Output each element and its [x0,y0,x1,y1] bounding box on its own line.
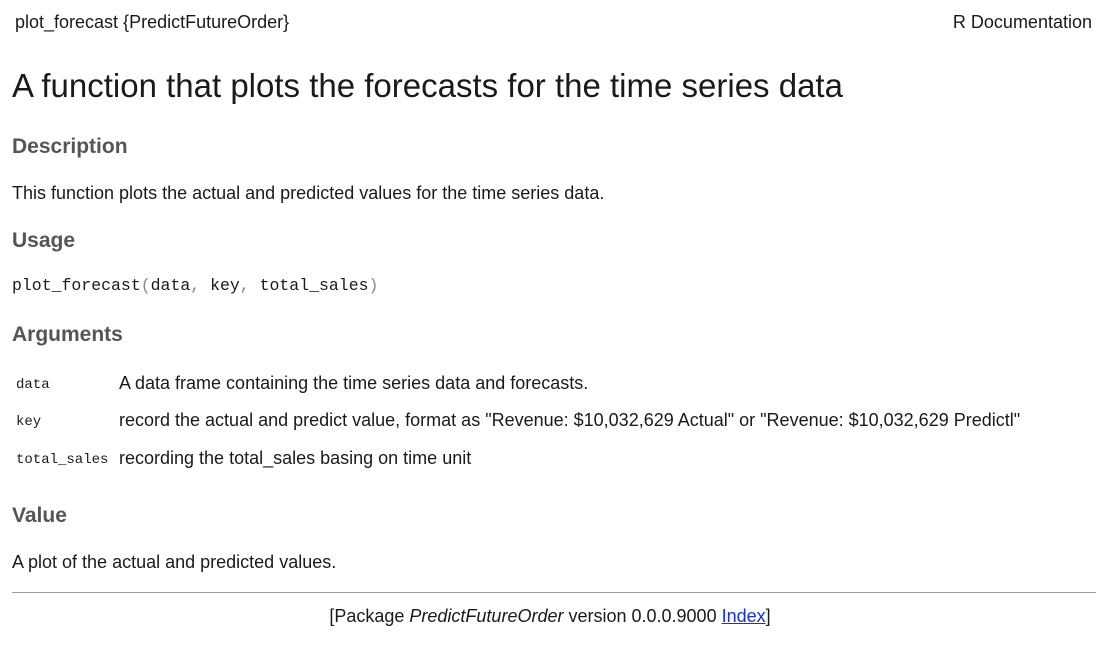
value-heading: Value [12,504,67,527]
usage-arg: key [210,276,240,295]
argument-description: record the actual and predict value, for… [119,410,1021,430]
index-link[interactable]: Index [722,606,766,626]
argument-description: A data frame containing the time series … [119,373,589,393]
documentation-page: plot_forecast {PredictFutureOrder} R Doc… [0,0,1100,654]
argument-name: key [16,414,42,430]
argument-description: recording the total_sales basing on time… [119,448,472,468]
page-title: A function that plots the forecasts for … [12,67,843,104]
argument-name: total_sales [16,452,109,468]
usage-separator: , [190,276,211,295]
argument-row: key record the actual and predict value,… [12,407,1092,437]
argument-row: data A data frame containing the time se… [12,370,1092,400]
footer-prefix: [Package [329,606,410,626]
usage-code: plot_forecast(data, key, total_sales) [12,274,378,298]
usage-function-name: plot_forecast [12,276,141,295]
package-footer: [Package PredictFutureOrder version 0.0.… [0,603,1100,629]
arguments-heading: Arguments [12,323,123,346]
argument-name: data [16,377,50,393]
description-heading: Description [12,135,128,158]
usage-arg: total_sales [259,276,369,295]
package-name: PredictFutureOrder [409,606,564,626]
usage-close-paren: ) [368,276,379,295]
doc-header: plot_forecast {PredictFutureOrder} R Doc… [15,10,1092,34]
usage-heading: Usage [12,229,76,252]
usage-open-paren: ( [140,276,151,295]
r-documentation-label: R Documentation [952,12,1092,32]
topic-package-label: plot_forecast {PredictFutureOrder} [15,12,290,32]
argument-row: total_sales recording the total_sales ba… [12,445,1092,475]
usage-arg: data [150,276,191,295]
footer-divider [12,592,1096,593]
usage-separator: , [239,276,260,295]
value-text: A plot of the actual and predicted value… [12,552,337,572]
footer-suffix: ] [765,606,771,626]
description-text: This function plots the actual and predi… [12,183,605,203]
package-version: version 0.0.0.9000 [563,606,722,626]
